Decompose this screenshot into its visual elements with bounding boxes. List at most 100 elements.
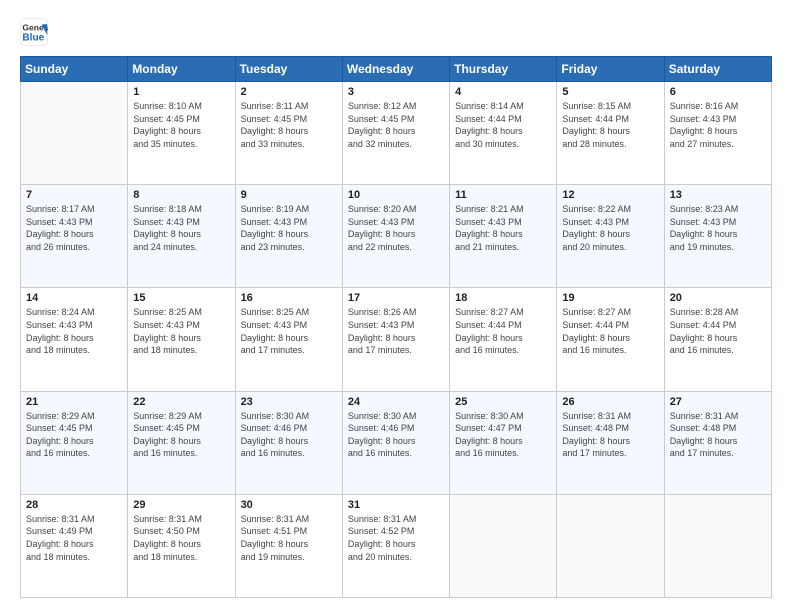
day-number: 13 (670, 189, 766, 201)
day-info: Sunrise: 8:29 AMSunset: 4:45 PMDaylight:… (26, 410, 122, 460)
calendar-cell: 2Sunrise: 8:11 AMSunset: 4:45 PMDaylight… (235, 82, 342, 185)
day-number: 9 (241, 189, 337, 201)
day-number: 5 (562, 86, 658, 98)
logo-icon: General Blue (20, 18, 48, 46)
day-number: 15 (133, 292, 229, 304)
day-number: 22 (133, 396, 229, 408)
calendar-table: SundayMondayTuesdayWednesdayThursdayFrid… (20, 56, 772, 598)
day-info: Sunrise: 8:30 AMSunset: 4:46 PMDaylight:… (348, 410, 444, 460)
day-number: 10 (348, 189, 444, 201)
calendar-cell: 29Sunrise: 8:31 AMSunset: 4:50 PMDayligh… (128, 494, 235, 597)
weekday-header: Tuesday (235, 57, 342, 82)
day-number: 20 (670, 292, 766, 304)
calendar-cell: 11 Sunrise: 8:21 AMSunset: 4:43 PMDayligh… (450, 185, 557, 288)
calendar-cell: 22 Sunrise: 8:29 AMSunset: 4:45 PMDayligh… (128, 391, 235, 494)
calendar-cell (450, 494, 557, 597)
day-info: Sunrise: 8:20 AMSunset: 4:43 PMDaylight:… (348, 203, 444, 253)
day-info: Sunrise: 8:31 AMSunset: 4:51 PMDaylight:… (241, 513, 337, 563)
calendar-cell: 23 Sunrise: 8:30 AMSunset: 4:46 PMDayligh… (235, 391, 342, 494)
calendar-week-row: 28 Sunrise: 8:31 AMSunset: 4:49 PMDayligh… (21, 494, 772, 597)
calendar-week-row: 1 Sunrise: 8:10 AMSunset: 4:45 PMDaylight… (21, 82, 772, 185)
calendar-cell: 18 Sunrise: 8:27 AMSunset: 4:44 PMDayligh… (450, 288, 557, 391)
day-number: 11 (455, 189, 551, 201)
day-info: Sunrise: 8:18 AMSunset: 4:43 PMDaylight:… (133, 203, 229, 253)
day-info: Sunrise: 8:30 AMSunset: 4:46 PMDaylight:… (241, 410, 337, 460)
calendar-cell: 4 Sunrise: 8:14 AMSunset: 4:44 PMDaylight… (450, 82, 557, 185)
day-info: Sunrise: 8:27 AMSunset: 4:44 PMDaylight:… (562, 306, 658, 356)
day-number: 23 (241, 396, 337, 408)
day-info: Sunrise: 8:31 AMSunset: 4:49 PMDaylight:… (26, 513, 122, 563)
weekday-header: Thursday (450, 57, 557, 82)
day-info: Sunrise: 8:10 AMSunset: 4:45 PMDaylight:… (133, 100, 229, 150)
calendar-cell: 12 Sunrise: 8:22 AMSunset: 4:43 PMDayligh… (557, 185, 664, 288)
day-number: 19 (562, 292, 658, 304)
calendar-cell: 21 Sunrise: 8:29 AMSunset: 4:45 PMDayligh… (21, 391, 128, 494)
header: General Blue (20, 18, 772, 46)
day-number: 7 (26, 189, 122, 201)
calendar-header-row: SundayMondayTuesdayWednesdayThursdayFrid… (21, 57, 772, 82)
day-number: 24 (348, 396, 444, 408)
day-number: 26 (562, 396, 658, 408)
day-number: 31 (348, 499, 444, 511)
calendar-cell: 26 Sunrise: 8:31 AMSunset: 4:48 PMDayligh… (557, 391, 664, 494)
calendar-cell (21, 82, 128, 185)
day-info: Sunrise: 8:21 AMSunset: 4:43 PMDaylight:… (455, 203, 551, 253)
day-info: Sunrise: 8:14 AMSunset: 4:44 PMDaylight:… (455, 100, 551, 150)
calendar-cell: 31 Sunrise: 8:31 AMSunset: 4:52 PMDayligh… (342, 494, 449, 597)
day-number: 1 (133, 86, 229, 98)
svg-text:Blue: Blue (22, 33, 44, 44)
calendar-cell: 20 Sunrise: 8:28 AMSunset: 4:44 PMDayligh… (664, 288, 771, 391)
calendar-cell: 9 Sunrise: 8:19 AMSunset: 4:43 PMDaylight… (235, 185, 342, 288)
day-number: 30 (241, 499, 337, 511)
day-info: Sunrise: 8:28 AMSunset: 4:44 PMDaylight:… (670, 306, 766, 356)
day-number: 21 (26, 396, 122, 408)
day-number: 3 (348, 86, 444, 98)
weekday-header: Saturday (664, 57, 771, 82)
calendar-cell: 5 Sunrise: 8:15 AMSunset: 4:44 PMDaylight… (557, 82, 664, 185)
day-info: Sunrise: 8:11 AMSunset: 4:45 PMDaylight:… (241, 100, 337, 150)
day-number: 27 (670, 396, 766, 408)
calendar-cell: 14 Sunrise: 8:24 AMSunset: 4:43 PMDayligh… (21, 288, 128, 391)
day-number: 28 (26, 499, 122, 511)
calendar-cell: 8Sunrise: 8:18 AMSunset: 4:43 PMDaylight… (128, 185, 235, 288)
calendar-cell (664, 494, 771, 597)
day-info: Sunrise: 8:22 AMSunset: 4:43 PMDaylight:… (562, 203, 658, 253)
calendar-cell: 16 Sunrise: 8:25 AMSunset: 4:43 PMDayligh… (235, 288, 342, 391)
calendar-week-row: 14 Sunrise: 8:24 AMSunset: 4:43 PMDayligh… (21, 288, 772, 391)
calendar-cell: 17Sunrise: 8:26 AMSunset: 4:43 PMDayligh… (342, 288, 449, 391)
day-number: 4 (455, 86, 551, 98)
day-info: Sunrise: 8:31 AMSunset: 4:52 PMDaylight:… (348, 513, 444, 563)
day-info: Sunrise: 8:31 AMSunset: 4:50 PMDaylight:… (133, 513, 229, 563)
calendar-cell: 6 Sunrise: 8:16 AMSunset: 4:43 PMDaylight… (664, 82, 771, 185)
day-info: Sunrise: 8:17 AMSunset: 4:43 PMDaylight:… (26, 203, 122, 253)
calendar-cell: 7 Sunrise: 8:17 AMSunset: 4:43 PMDaylight… (21, 185, 128, 288)
day-number: 14 (26, 292, 122, 304)
day-info: Sunrise: 8:15 AMSunset: 4:44 PMDaylight:… (562, 100, 658, 150)
calendar-cell: 19 Sunrise: 8:27 AMSunset: 4:44 PMDayligh… (557, 288, 664, 391)
calendar-cell: 3Sunrise: 8:12 AMSunset: 4:45 PMDaylight… (342, 82, 449, 185)
calendar-cell: 13 Sunrise: 8:23 AMSunset: 4:43 PMDayligh… (664, 185, 771, 288)
day-info: Sunrise: 8:25 AMSunset: 4:43 PMDaylight:… (133, 306, 229, 356)
day-info: Sunrise: 8:31 AMSunset: 4:48 PMDaylight:… (562, 410, 658, 460)
calendar-cell (557, 494, 664, 597)
day-number: 16 (241, 292, 337, 304)
calendar-cell: 15 Sunrise: 8:25 AMSunset: 4:43 PMDayligh… (128, 288, 235, 391)
day-number: 12 (562, 189, 658, 201)
day-info: Sunrise: 8:30 AMSunset: 4:47 PMDaylight:… (455, 410, 551, 460)
weekday-header: Friday (557, 57, 664, 82)
day-number: 25 (455, 396, 551, 408)
day-info: Sunrise: 8:16 AMSunset: 4:43 PMDaylight:… (670, 100, 766, 150)
day-number: 17 (348, 292, 444, 304)
calendar-cell: 24 Sunrise: 8:30 AMSunset: 4:46 PMDayligh… (342, 391, 449, 494)
day-info: Sunrise: 8:29 AMSunset: 4:45 PMDaylight:… (133, 410, 229, 460)
day-info: Sunrise: 8:23 AMSunset: 4:43 PMDaylight:… (670, 203, 766, 253)
day-info: Sunrise: 8:24 AMSunset: 4:43 PMDaylight:… (26, 306, 122, 356)
calendar-cell: 10 Sunrise: 8:20 AMSunset: 4:43 PMDayligh… (342, 185, 449, 288)
day-info: Sunrise: 8:27 AMSunset: 4:44 PMDaylight:… (455, 306, 551, 356)
day-number: 18 (455, 292, 551, 304)
day-info: Sunrise: 8:19 AMSunset: 4:43 PMDaylight:… (241, 203, 337, 253)
calendar-cell: 28 Sunrise: 8:31 AMSunset: 4:49 PMDayligh… (21, 494, 128, 597)
day-number: 6 (670, 86, 766, 98)
day-info: Sunrise: 8:25 AMSunset: 4:43 PMDaylight:… (241, 306, 337, 356)
calendar-week-row: 7 Sunrise: 8:17 AMSunset: 4:43 PMDaylight… (21, 185, 772, 288)
